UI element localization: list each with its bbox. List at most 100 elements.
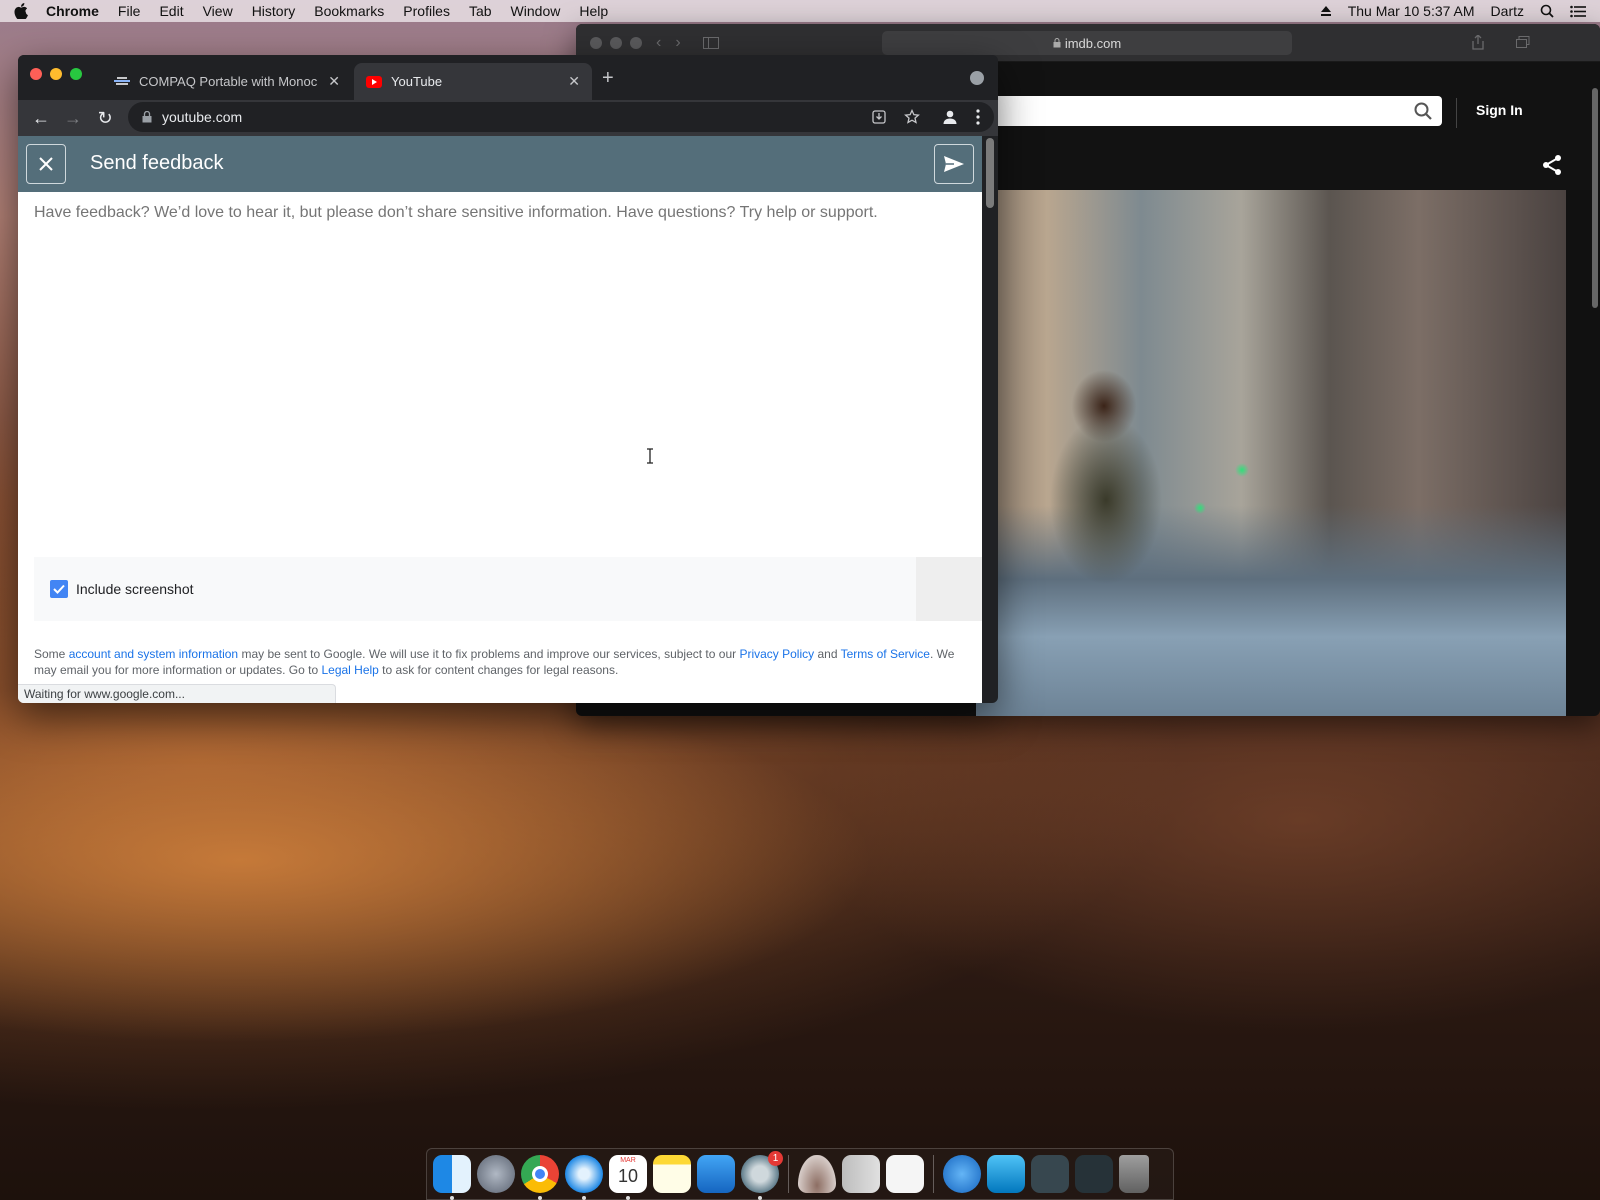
spotlight-search-icon[interactable] [1540, 4, 1554, 18]
forward-arrow-icon[interactable]: → [64, 108, 82, 129]
terms-of-service-link[interactable]: Terms of Service [841, 647, 930, 661]
imdb-feature-photo[interactable] [976, 190, 1566, 716]
include-screenshot-checkbox[interactable] [50, 580, 68, 598]
launchpad-icon[interactable] [477, 1155, 515, 1193]
screenshot-thumbnail[interactable] [916, 557, 982, 621]
page-scrollbar[interactable] [986, 138, 994, 208]
safari-scrollbar[interactable] [1592, 88, 1598, 308]
include-screenshot-row: Include screenshot [34, 557, 982, 621]
screenshot-stack-icon[interactable] [1031, 1155, 1069, 1193]
calendar-month: MAR [620, 1157, 636, 1164]
safari-back-icon[interactable]: ‹ [656, 34, 661, 52]
chrome-window-controls [30, 68, 82, 80]
safari-close-button[interactable] [590, 36, 602, 49]
chrome-icon[interactable] [521, 1155, 559, 1200]
safari-icon[interactable] [565, 1155, 603, 1200]
safari-minimize-button[interactable] [610, 36, 622, 49]
menu-window[interactable]: Window [511, 3, 561, 19]
kebab-menu-icon[interactable] [976, 109, 980, 125]
imdb-sign-in-link[interactable]: Sign In [1476, 102, 1523, 118]
send-icon [944, 156, 964, 172]
safari-zoom-button[interactable] [630, 36, 642, 49]
eject-icon[interactable] [1320, 5, 1332, 17]
reload-icon[interactable]: ↻ [96, 108, 114, 129]
privacy-policy-link[interactable]: Privacy Policy [739, 647, 814, 661]
menu-user[interactable]: Dartz [1491, 3, 1524, 19]
tab-title: COMPAQ Portable with Monoc [139, 74, 318, 89]
compaq-favicon-icon [114, 76, 130, 85]
account-info-link[interactable]: account and system information [69, 647, 238, 661]
tab-search-icon[interactable] [970, 71, 984, 85]
menu-edit[interactable]: Edit [159, 3, 183, 19]
profile-avatar-icon[interactable] [942, 109, 958, 125]
share-icon[interactable] [1542, 154, 1562, 176]
safari-forward-icon[interactable]: › [675, 34, 680, 52]
ledger-app-icon[interactable] [842, 1155, 880, 1193]
calendar-day: 10 [617, 1166, 639, 1186]
lock-icon[interactable] [142, 111, 152, 123]
dock: MAR 10 1 [426, 1148, 1174, 1200]
legal-text: Some [34, 647, 69, 661]
mysql-workbench-icon[interactable] [987, 1155, 1025, 1193]
menu-app-name[interactable]: Chrome [46, 3, 99, 19]
legal-help-link[interactable]: Legal Help [321, 663, 378, 677]
safari-share-icon[interactable] [1472, 35, 1484, 50]
tab-youtube[interactable]: YouTube ✕ [354, 63, 592, 100]
notes-icon[interactable] [653, 1155, 691, 1193]
running-indicator [538, 1196, 542, 1200]
youtube-favicon-icon [366, 75, 382, 88]
menu-bookmarks[interactable]: Bookmarks [314, 3, 384, 19]
new-tab-plus-icon[interactable]: + [602, 67, 614, 90]
tab-close-icon[interactable]: ✕ [568, 73, 580, 90]
feedback-close-button[interactable] [26, 144, 66, 184]
safari-address-bar[interactable]: imdb.com [882, 31, 1292, 55]
bookmark-star-icon[interactable] [904, 109, 920, 125]
dock-separator [933, 1155, 934, 1193]
tab-close-icon[interactable]: ✕ [328, 73, 340, 90]
include-screenshot-label[interactable]: Include screenshot [76, 581, 194, 597]
chrome-zoom-button[interactable] [70, 68, 82, 80]
address-bar[interactable]: youtube.com [128, 102, 994, 132]
menu-bar: Chrome File Edit View History Bookmarks … [0, 0, 1600, 22]
downloads-stack-icon[interactable] [1075, 1155, 1113, 1193]
running-indicator [582, 1196, 586, 1200]
address-url-text: youtube.com [162, 109, 243, 125]
feedback-textarea[interactable] [34, 204, 964, 544]
feedback-send-button[interactable] [934, 144, 974, 184]
sidebar-icon[interactable] [702, 36, 719, 49]
install-app-icon[interactable] [872, 110, 886, 124]
back-arrow-icon[interactable]: ← [32, 108, 50, 129]
app-store-icon[interactable] [697, 1155, 735, 1193]
chrome-toolbar: ← → ↻ youtube.com [18, 100, 998, 136]
menu-view[interactable]: View [203, 3, 233, 19]
tab-compaq[interactable]: COMPAQ Portable with Monoc ✕ [102, 63, 352, 100]
menu-help[interactable]: Help [579, 3, 608, 19]
finder-icon[interactable] [433, 1155, 471, 1200]
imdb-search-box[interactable] [976, 96, 1442, 126]
safari-window-controls [590, 36, 642, 49]
menu-file[interactable]: File [118, 3, 141, 19]
safari-url-text: imdb.com [1064, 35, 1122, 51]
legal-text: may be sent to Google. We will use it to… [238, 647, 740, 661]
apple-icon[interactable] [14, 3, 28, 19]
menu-history[interactable]: History [252, 3, 296, 19]
chess-icon[interactable] [798, 1155, 836, 1193]
textedit-icon[interactable] [886, 1155, 924, 1193]
running-indicator [450, 1196, 454, 1200]
app-store-downloads-icon[interactable] [943, 1155, 981, 1193]
chrome-window[interactable]: COMPAQ Portable with Monoc ✕ YouTube ✕ +… [18, 55, 998, 703]
tab-title: YouTube [391, 74, 443, 89]
legal-notice: Some account and system information may … [34, 646, 964, 678]
chrome-minimize-button[interactable] [50, 68, 62, 80]
menu-profiles[interactable]: Profiles [403, 3, 450, 19]
menu-clock[interactable]: Thu Mar 10 5:37 AM [1348, 3, 1475, 19]
system-preferences-icon[interactable]: 1 [741, 1151, 783, 1200]
search-icon[interactable] [1414, 102, 1432, 120]
menu-tab[interactable]: Tab [469, 3, 492, 19]
calendar-icon[interactable]: MAR 10 [609, 1155, 647, 1200]
running-indicator [626, 1196, 630, 1200]
safari-tabs-icon[interactable] [1516, 36, 1530, 49]
notification-center-icon[interactable] [1570, 5, 1586, 18]
chrome-close-button[interactable] [30, 68, 42, 80]
trash-icon[interactable] [1119, 1155, 1149, 1193]
